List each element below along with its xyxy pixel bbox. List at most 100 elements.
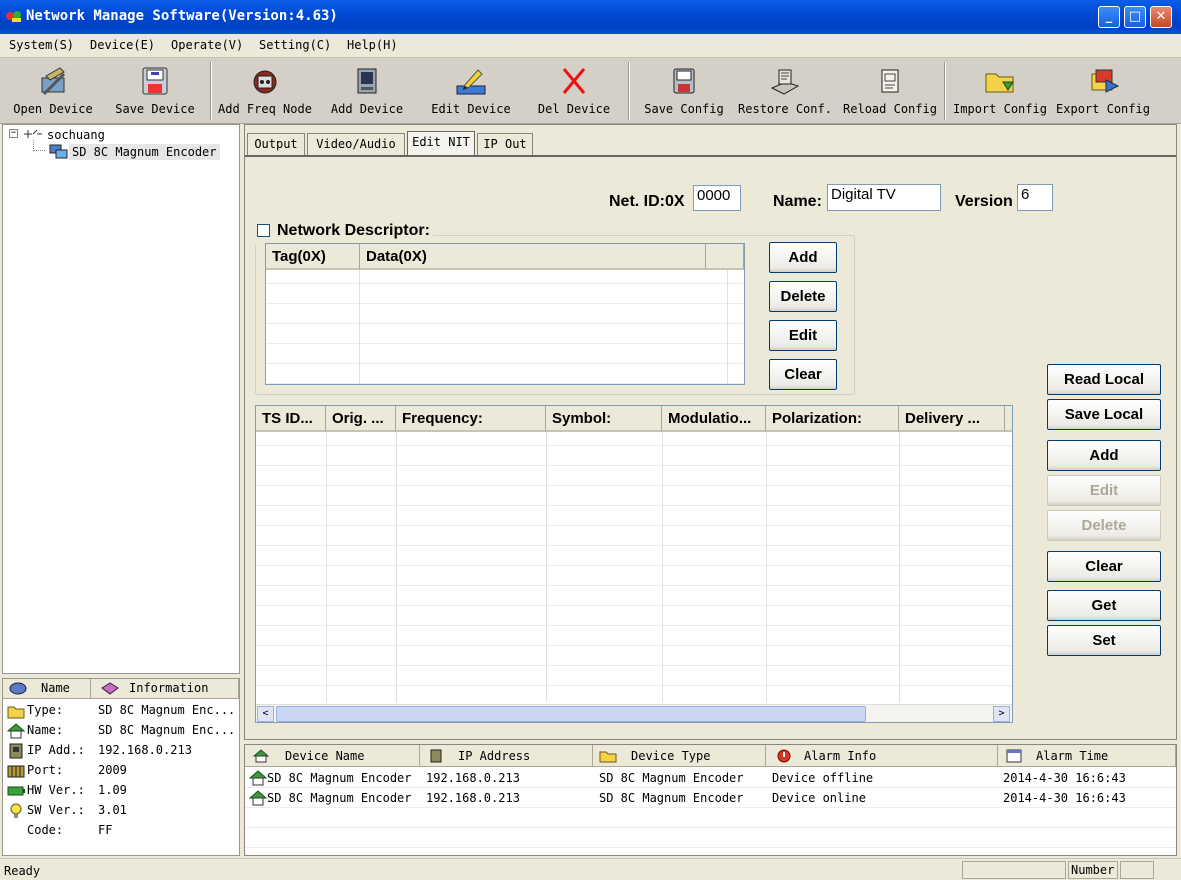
info-row-name: Name: SD 8C Magnum Enc...	[7, 722, 239, 742]
edit-device-button[interactable]: Edit Device	[422, 58, 520, 124]
network-descriptor-checkbox[interactable]	[257, 224, 270, 237]
info-row-port: Port: 2009	[7, 762, 239, 782]
log-col-alarm-info[interactable]: Alarm Info	[766, 745, 998, 767]
log-col-alarm-time[interactable]: Alarm Time	[998, 745, 1176, 767]
toolbar-separator	[628, 62, 630, 120]
toolbar-separator	[944, 62, 946, 120]
save-config-button[interactable]: Save Config	[636, 58, 732, 124]
log-row-empty	[245, 828, 1176, 848]
grid-line	[662, 432, 663, 702]
export-config-button[interactable]: Export Config	[1054, 58, 1152, 124]
ts-col-orig[interactable]: Orig. ...	[326, 406, 396, 432]
set-button[interactable]: Set	[1047, 625, 1161, 656]
save-local-button[interactable]: Save Local	[1047, 399, 1161, 430]
info-row-sw-version: SW Ver.: 3.01	[7, 802, 239, 822]
open-device-button[interactable]: Open Device	[6, 58, 100, 124]
device-status-icon	[249, 770, 267, 786]
ts-table-hscrollbar[interactable]: < >	[256, 704, 1012, 722]
tree-root-label[interactable]: sochuang	[47, 128, 105, 142]
ts-table: TS ID... Orig. ... Frequency: Symbol: Mo…	[255, 405, 1013, 723]
version-input[interactable]: 6	[1017, 184, 1053, 211]
log-row[interactable]: SD 8C Magnum Encoder 192.168.0.213 SD 8C…	[245, 768, 1176, 788]
add-device-icon	[357, 68, 377, 94]
del-device-button[interactable]: Del Device	[528, 58, 620, 124]
descriptor-table: Tag(0X) Data(0X)	[265, 243, 745, 385]
descriptor-clear-button[interactable]: Clear	[769, 359, 837, 390]
ts-col-polarization[interactable]: Polarization:	[766, 406, 899, 432]
info-header-information[interactable]: Information	[91, 679, 239, 699]
alarm-icon	[777, 749, 791, 763]
save-device-button[interactable]: Save Device	[108, 58, 202, 124]
info-row-hw-version: HW Ver.: 1.09	[7, 782, 239, 802]
ts-col-modulation[interactable]: Modulatio...	[662, 406, 766, 432]
descriptor-delete-button[interactable]: Delete	[769, 281, 837, 312]
ts-col-symbol[interactable]: Symbol:	[546, 406, 662, 432]
folder-icon	[7, 706, 25, 719]
ts-delete-button[interactable]: Delete	[1047, 510, 1161, 541]
open-device-icon	[41, 67, 66, 96]
descriptor-col-data[interactable]: Data(0X)	[360, 244, 706, 270]
add-freq-node-button[interactable]: Add Freq Node	[216, 58, 314, 124]
log-col-device-type[interactable]: Device Type	[593, 745, 766, 767]
info-header-icon	[101, 682, 119, 695]
ts-clear-button[interactable]: Clear	[1047, 551, 1161, 582]
restore-conf-button[interactable]: Restore Conf.	[736, 58, 834, 124]
name-input[interactable]: Digital TV	[827, 184, 941, 211]
scroll-left-arrow[interactable]: <	[257, 706, 274, 722]
device-info-panel: Name Information Type: SD 8C Magnum Enc.…	[2, 678, 240, 856]
tab-strip-border	[245, 155, 1176, 157]
device-status-icon	[249, 790, 267, 806]
log-row[interactable]: SD 8C Magnum Encoder 192.168.0.213 SD 8C…	[245, 788, 1176, 808]
ts-edit-button[interactable]: Edit	[1047, 475, 1161, 506]
descriptor-col-tag[interactable]: Tag(0X)	[266, 244, 360, 270]
ts-col-i[interactable]: I	[1005, 406, 1012, 432]
tab-ip-out[interactable]: IP Out	[477, 133, 533, 155]
info-header-name[interactable]: Name	[3, 679, 91, 699]
title-bar: Network Manage Software(Version:4.63) _ …	[0, 0, 1181, 34]
grid-line	[766, 432, 767, 702]
get-button[interactable]: Get	[1047, 590, 1161, 621]
minimize-button[interactable]: _	[1098, 6, 1120, 28]
toolbar-separator	[210, 62, 212, 120]
net-id-label: Net. ID:0X	[609, 193, 685, 210]
log-col-device-name[interactable]: Device Name	[245, 745, 420, 767]
scroll-right-arrow[interactable]: >	[993, 706, 1010, 722]
calendar-icon	[1006, 749, 1022, 763]
log-row-empty	[245, 808, 1176, 828]
menu-system[interactable]: System(S)	[9, 38, 74, 52]
tab-edit-nit[interactable]: Edit NIT	[407, 131, 475, 157]
menu-device[interactable]: Device(E)	[90, 38, 155, 52]
menu-operate[interactable]: Operate(V)	[171, 38, 243, 52]
grid-line	[396, 432, 397, 702]
descriptor-edit-button[interactable]: Edit	[769, 320, 837, 351]
reload-config-button[interactable]: Reload Config	[840, 58, 940, 124]
ts-col-delivery[interactable]: Delivery ...	[899, 406, 1005, 432]
tree-connector	[33, 140, 45, 151]
port-icon	[7, 765, 25, 778]
grid-line	[326, 432, 327, 702]
freq-node-icon	[253, 70, 277, 94]
tab-video-audio[interactable]: Video/Audio	[307, 133, 405, 155]
descriptor-add-button[interactable]: Add	[769, 242, 837, 273]
tab-output[interactable]: Output	[247, 133, 305, 155]
net-id-input[interactable]: 0000	[693, 185, 741, 211]
menu-help[interactable]: Help(H)	[347, 38, 398, 52]
home-icon	[7, 723, 25, 739]
ts-col-frequency[interactable]: Frequency:	[396, 406, 546, 432]
read-local-button[interactable]: Read Local	[1047, 364, 1161, 395]
import-config-button[interactable]: Import Config	[950, 58, 1050, 124]
ts-col-ts-id[interactable]: TS ID...	[256, 406, 326, 432]
maximize-button[interactable]: □	[1124, 6, 1146, 28]
status-text: Ready	[4, 864, 41, 878]
home-icon	[253, 749, 269, 763]
add-device-button[interactable]: Add Device	[320, 58, 414, 124]
scroll-thumb[interactable]	[276, 706, 866, 722]
log-col-ip-address[interactable]: IP Address	[420, 745, 593, 767]
status-panel-blank	[962, 861, 1066, 879]
close-button[interactable]: ✕	[1150, 6, 1172, 28]
ts-add-button[interactable]: Add	[1047, 440, 1161, 471]
tree-item-encoder[interactable]: SD 8C Magnum Encoder	[69, 144, 220, 160]
menu-setting[interactable]: Setting(C)	[259, 38, 331, 52]
tree-collapse-toggle[interactable]: −	[9, 129, 18, 138]
device-tree: − sochuang SD 8C Magnum Encoder	[2, 124, 240, 674]
